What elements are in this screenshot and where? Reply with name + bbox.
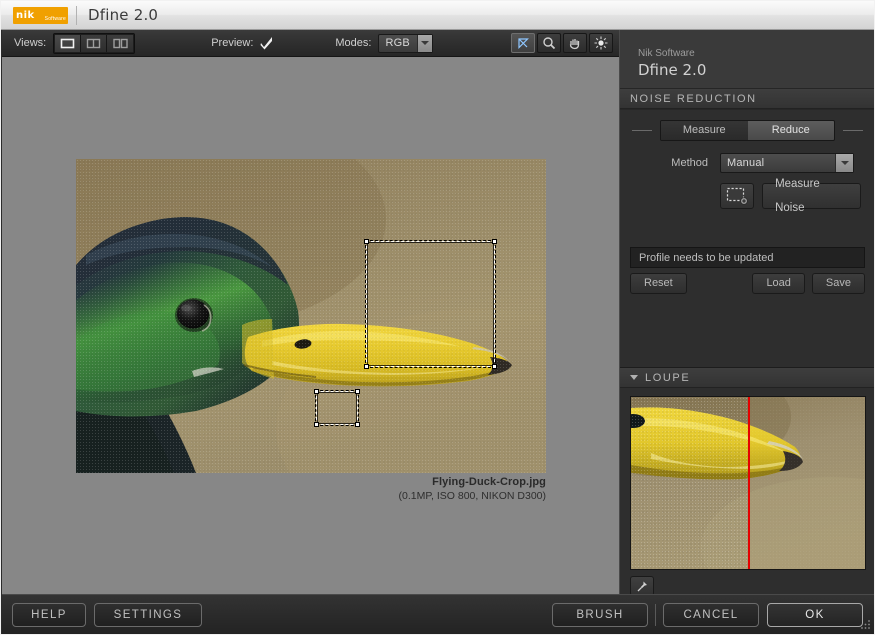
measure-controls-row: Measure Noise — [620, 177, 874, 219]
noise-sample-rect-2[interactable] — [314, 389, 360, 427]
settings-button[interactable]: SETTINGS — [94, 602, 202, 627]
save-button[interactable]: Save — [811, 273, 865, 294]
page-title: Dfine 2.0 — [88, 6, 159, 24]
divider-right — [843, 130, 863, 131]
loupe-split-line[interactable] — [748, 397, 750, 569]
resize-handle-bottom-left[interactable] — [364, 364, 369, 369]
caption-filename: Flying-Duck-Crop.jpg — [432, 476, 546, 488]
views-label: Views: — [14, 37, 47, 49]
pan-tool-button[interactable] — [563, 33, 588, 53]
section-header-noise-reduction[interactable]: NOISE REDUCTION — [620, 89, 874, 109]
split-pane-icon — [87, 38, 101, 48]
method-field-row: Method Manual — [620, 149, 874, 177]
load-button[interactable]: Load — [752, 273, 805, 294]
view-button-single[interactable] — [55, 34, 82, 52]
resize-handle-top-left[interactable] — [314, 389, 319, 394]
pin-loupe-button[interactable] — [630, 576, 654, 596]
resize-handle-top-right[interactable] — [492, 239, 497, 244]
image-canvas[interactable]: Flying-Duck-Crop.jpg (0.1MP, ISO 800, NI… — [2, 57, 619, 594]
section-body-loupe — [620, 388, 874, 604]
preview-image[interactable] — [76, 159, 546, 473]
resize-handle-top-right[interactable] — [355, 389, 360, 394]
bottom-button-bar: HELP SETTINGS BRUSH CANCEL OK — [2, 594, 874, 634]
modes-label: Modes: — [335, 37, 372, 49]
panel-brand: Nik Software — [638, 48, 695, 59]
noise-sample-rect-1[interactable] — [364, 239, 497, 369]
tools-button-group — [511, 33, 614, 53]
right-panel: Nik Software Dfine 2.0 NOISE REDUCTION M… — [619, 30, 874, 604]
chevron-down-icon — [630, 375, 638, 380]
tab-reduce[interactable]: Reduce — [747, 121, 834, 140]
cursor-tool-button[interactable] — [511, 33, 536, 53]
view-button-split[interactable] — [81, 34, 108, 52]
section-header-loupe[interactable]: LOUPE — [620, 368, 874, 388]
help-button[interactable]: HELP — [12, 602, 86, 627]
title-bar: nik Software Dfine 2.0 — [1, 1, 874, 30]
modes-dropdown[interactable]: RGB — [378, 33, 434, 53]
tab-measure[interactable]: Measure — [661, 121, 748, 140]
resize-handle-bottom-right[interactable] — [355, 422, 360, 427]
image-caption: Flying-Duck-Crop.jpg (0.1MP, ISO 800, NI… — [399, 476, 546, 502]
brightness-icon — [594, 36, 608, 50]
logo-primary-text: nik — [16, 9, 35, 21]
section-body-noise-reduction: Measure Reduce Method Manual Measure Noi… — [620, 109, 874, 368]
method-label: Method — [671, 157, 708, 169]
loupe-preview[interactable] — [630, 396, 866, 570]
side-by-side-icon — [113, 38, 128, 48]
modes-dropdown-value: RGB — [385, 37, 410, 49]
resize-handle-top-left[interactable] — [364, 239, 369, 244]
preview-checkbox[interactable] — [260, 36, 273, 50]
hand-icon — [570, 39, 580, 50]
section-title-noise-reduction: NOISE REDUCTION — [630, 92, 757, 105]
section-title-loupe: LOUPE — [645, 371, 691, 384]
profile-button-row: Reset Load Save — [630, 273, 865, 294]
add-measurement-rectangle-button[interactable] — [720, 183, 755, 209]
resize-handle-bottom-right[interactable] — [492, 364, 497, 369]
ok-button[interactable]: OK — [767, 602, 863, 627]
checkmark-icon — [260, 36, 273, 49]
button-divider — [655, 603, 656, 626]
measure-noise-button[interactable]: Measure Noise — [762, 178, 861, 214]
resize-grip-icon[interactable] — [858, 618, 871, 631]
nik-software-logo: nik Software — [13, 6, 68, 24]
chevron-down-icon — [835, 154, 853, 172]
panel-product-title: Dfine 2.0 — [638, 61, 707, 79]
cancel-button[interactable]: CANCEL — [663, 602, 759, 627]
panel-header: Nik Software Dfine 2.0 — [620, 30, 874, 89]
profile-status-field: Profile needs to be updated — [630, 247, 865, 268]
preview-label: Preview: — [211, 37, 254, 49]
caption-metadata: (0.1MP, ISO 800, NIKON D300) — [398, 490, 546, 502]
method-dropdown-value: Manual — [727, 157, 765, 169]
arrow-icon — [518, 37, 529, 49]
view-button-side-by-side[interactable] — [107, 34, 134, 52]
measure-reduce-tabs: Measure Reduce — [620, 110, 874, 149]
brush-button[interactable]: BRUSH — [552, 602, 648, 627]
loupe-tool-row — [630, 576, 865, 596]
resize-handle-bottom-left[interactable] — [314, 422, 319, 427]
divider-left — [632, 130, 652, 131]
chevron-down-icon — [417, 34, 433, 52]
title-separator — [76, 5, 77, 25]
reset-button[interactable]: Reset — [630, 273, 687, 294]
logo-secondary-text: Software — [44, 15, 66, 22]
add-rectangle-icon — [726, 187, 748, 205]
views-button-group — [53, 32, 136, 54]
method-dropdown[interactable]: Manual — [720, 153, 854, 173]
single-pane-icon — [60, 38, 75, 48]
magnifier-icon — [543, 37, 556, 50]
pin-icon — [637, 581, 647, 591]
dfine-application-window: nik Software Dfine 2.0 Views: Preview: M… — [0, 0, 875, 635]
segmented-control: Measure Reduce — [660, 120, 835, 141]
zoom-tool-button[interactable] — [537, 33, 562, 53]
loupe-tool-button[interactable] — [589, 33, 614, 53]
